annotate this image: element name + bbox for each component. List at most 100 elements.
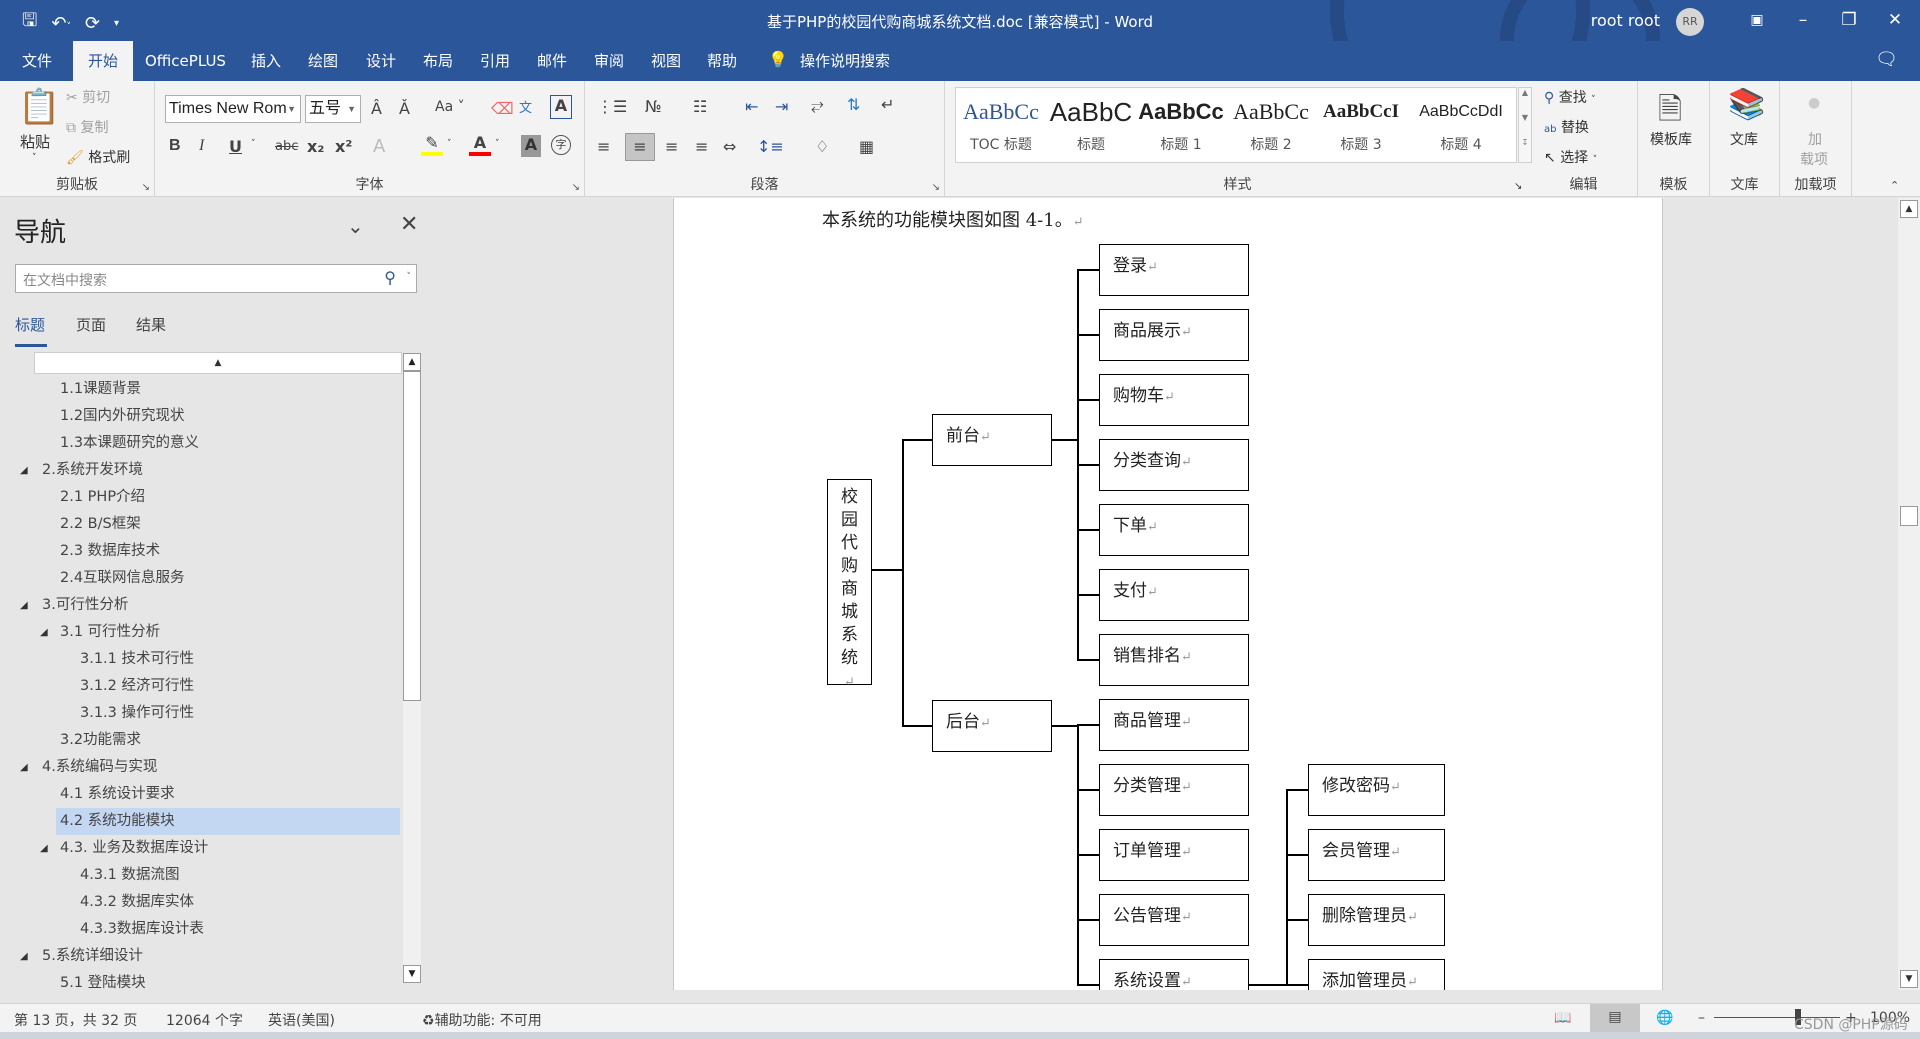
nav-heading-item[interactable]: ◢ 2.系统开发环境	[0, 457, 400, 484]
document-scrollbar[interactable]: ▲ ▼	[1898, 198, 1920, 990]
scroll-down-icon[interactable]: ▼	[1900, 970, 1918, 988]
change-case-button[interactable]: Aa ˅	[435, 99, 465, 115]
ribbon-display-options-icon[interactable]: ▣	[1734, 6, 1780, 34]
font-name-select[interactable]: Times New Rom ▼	[165, 95, 301, 123]
diagram-settings-child[interactable]: 删除管理员↵	[1308, 894, 1445, 946]
close-icon[interactable]: ✕	[400, 212, 418, 237]
diagram-backend-child[interactable]: 商品管理↵	[1099, 699, 1249, 751]
multilevel-list-icon[interactable]: ☷	[693, 97, 707, 116]
paragraph-launcher-icon[interactable]: ↘	[932, 182, 940, 193]
font-color-icon[interactable]: A	[469, 133, 491, 156]
diagram-frontend-child[interactable]: 下单↵	[1099, 504, 1249, 556]
diagram-settings-child[interactable]: 修改密码↵	[1308, 764, 1445, 816]
bullets-icon[interactable]: ⋮☰	[597, 97, 627, 116]
copy-button[interactable]: ⧉ 复制	[66, 117, 108, 137]
scroll-up-icon[interactable]: ▲	[1900, 200, 1918, 218]
collapse-triangle-icon[interactable]: ◢	[40, 619, 48, 646]
nav-heading-item[interactable]: 2.3 数据库技术	[0, 538, 400, 565]
decrease-indent-icon[interactable]: ⇤	[745, 97, 758, 116]
superscript-button[interactable]: x²	[335, 137, 352, 156]
bold-button[interactable]: B	[169, 137, 181, 155]
style-heading-2[interactable]: AaBbCc 标题 2	[1226, 94, 1316, 154]
diagram-frontend-child[interactable]: 登录↵	[1099, 244, 1249, 296]
jump-to-top-button[interactable]: ▲	[34, 352, 402, 374]
tab-officeplus[interactable]: OfficePLUS	[135, 41, 236, 81]
page-count[interactable]: 第 13 页，共 32 页	[14, 1010, 137, 1030]
style-heading-1[interactable]: AaBbCc 标题 1	[1136, 94, 1226, 154]
cut-button[interactable]: ✂ 剪切	[66, 87, 110, 107]
italic-button[interactable]: I	[199, 137, 204, 155]
read-mode-icon[interactable]: 📖	[1554, 1010, 1571, 1026]
select-button[interactable]: ↖ 选择 ˅	[1544, 147, 1597, 167]
paste-button[interactable]: 粘贴	[20, 131, 50, 152]
tab-draw[interactable]: 绘图	[298, 41, 348, 81]
diagram-root-node[interactable]: 校园代购商城系统 ↵	[827, 479, 872, 690]
align-left-icon[interactable]: ≡	[597, 137, 610, 156]
underline-button[interactable]: U	[229, 137, 242, 156]
clipboard-launcher-icon[interactable]: ↘	[142, 182, 150, 193]
avatar[interactable]: RR	[1676, 8, 1704, 36]
diagram-frontend-node[interactable]: 前台↵	[932, 414, 1052, 466]
borders-icon[interactable]: ▦	[859, 137, 874, 156]
scroll-thumb[interactable]	[403, 371, 421, 701]
template-library-button[interactable]: 模板库	[1650, 129, 1692, 149]
font-size-select[interactable]: 五号 ▼	[305, 95, 361, 123]
paste-icon[interactable]: 📋	[18, 87, 60, 127]
tell-me-search[interactable]: 操作说明搜索	[790, 41, 900, 81]
nav-heading-item[interactable]: ◢ 4.系统编码与实现	[0, 754, 400, 781]
collapse-triangle-icon[interactable]: ◢	[40, 835, 48, 862]
nav-heading-item[interactable]: ◢ 3.1 可行性分析	[0, 619, 400, 646]
nav-heading-item[interactable]: 4.3.3数据库设计表	[0, 916, 400, 943]
document-page[interactable]: 本系统的功能模块图如图 4-1。↵ 校园代购商城系统 ↵ 前台↵ 后台↵ 登录↵ 商品展示…	[673, 198, 1663, 990]
clear-formatting-icon[interactable]: ⌫	[491, 99, 514, 118]
phonetic-guide-icon[interactable]: 文	[519, 97, 532, 116]
nav-heading-item[interactable]: 4.2 系统功能模块	[56, 808, 400, 835]
tab-help[interactable]: 帮助	[697, 41, 747, 81]
diagram-frontend-child[interactable]: 支付↵	[1099, 569, 1249, 621]
character-border-icon[interactable]: A	[550, 95, 572, 119]
style-title[interactable]: AaBbC 标题	[1046, 94, 1136, 154]
numbering-icon[interactable]: №	[645, 97, 662, 116]
collapse-triangle-icon[interactable]: ◢	[20, 457, 28, 484]
nav-heading-item[interactable]: ◢ 4.3. 业务及数据库设计	[0, 835, 400, 862]
tab-mailings[interactable]: 邮件	[527, 41, 577, 81]
addins-button-line2[interactable]: 载项	[1800, 149, 1828, 169]
styles-launcher-icon[interactable]: ↘	[1514, 181, 1522, 192]
underline-dropdown-icon[interactable]: ˅	[251, 139, 256, 149]
nav-tab-pages[interactable]: 页面	[76, 314, 106, 335]
nav-scrollbar[interactable]: ▲ ▼	[403, 353, 421, 983]
line-spacing-icon[interactable]: ↕≡	[757, 137, 784, 156]
scroll-up-icon[interactable]: ▲	[403, 353, 421, 371]
scroll-thumb[interactable]	[1900, 506, 1918, 526]
diagram-backend-child[interactable]: 分类管理↵	[1099, 764, 1249, 816]
shrink-font-icon[interactable]: Ǎ	[399, 99, 410, 118]
nav-tab-headings[interactable]: 标题	[15, 314, 45, 335]
diagram-frontend-child[interactable]: 购物车↵	[1099, 374, 1249, 426]
distributed-icon[interactable]: ⇔	[723, 137, 736, 156]
diagram-backend-child[interactable]: 订单管理↵	[1099, 829, 1249, 881]
web-layout-icon[interactable]: 🌐	[1656, 1010, 1673, 1026]
user-name[interactable]: root root	[1591, 11, 1660, 30]
diagram-frontend-child[interactable]: 分类查询↵	[1099, 439, 1249, 491]
nav-heading-item[interactable]: 3.1.1 技术可行性	[0, 646, 400, 673]
tab-references[interactable]: 引用	[470, 41, 520, 81]
tab-design[interactable]: 设计	[356, 41, 406, 81]
diagram-backend-node[interactable]: 后台↵	[932, 700, 1052, 752]
nav-heading-item[interactable]: 1.2国内外研究现状	[0, 403, 400, 430]
diagram-settings-child[interactable]: 会员管理↵	[1308, 829, 1445, 881]
nav-heading-item[interactable]: 4.3.1 数据流图	[0, 862, 400, 889]
print-layout-icon[interactable]: ▤	[1590, 1004, 1640, 1032]
nav-search-input[interactable]: 在文档中搜索 ⚲ ˅	[15, 264, 417, 293]
show-marks-icon[interactable]: ↵	[881, 95, 894, 114]
nav-heading-item[interactable]: 4.3.2 数据库实体	[0, 889, 400, 916]
strikethrough-button[interactable]: abc	[275, 139, 298, 154]
tab-review[interactable]: 审阅	[584, 41, 634, 81]
highlight-icon[interactable]: ✎	[421, 133, 443, 156]
character-shading-icon[interactable]: A	[521, 135, 541, 157]
subscript-button[interactable]: x₂	[307, 137, 324, 156]
intro-paragraph[interactable]: 本系统的功能模块图如图 4-1。↵	[822, 206, 1084, 232]
minimize-button[interactable]: –	[1780, 6, 1826, 34]
font-launcher-icon[interactable]: ↘	[572, 182, 580, 193]
nav-heading-item[interactable]: 2.2 B/S框架	[0, 511, 400, 538]
nav-tab-results[interactable]: 结果	[136, 314, 166, 335]
